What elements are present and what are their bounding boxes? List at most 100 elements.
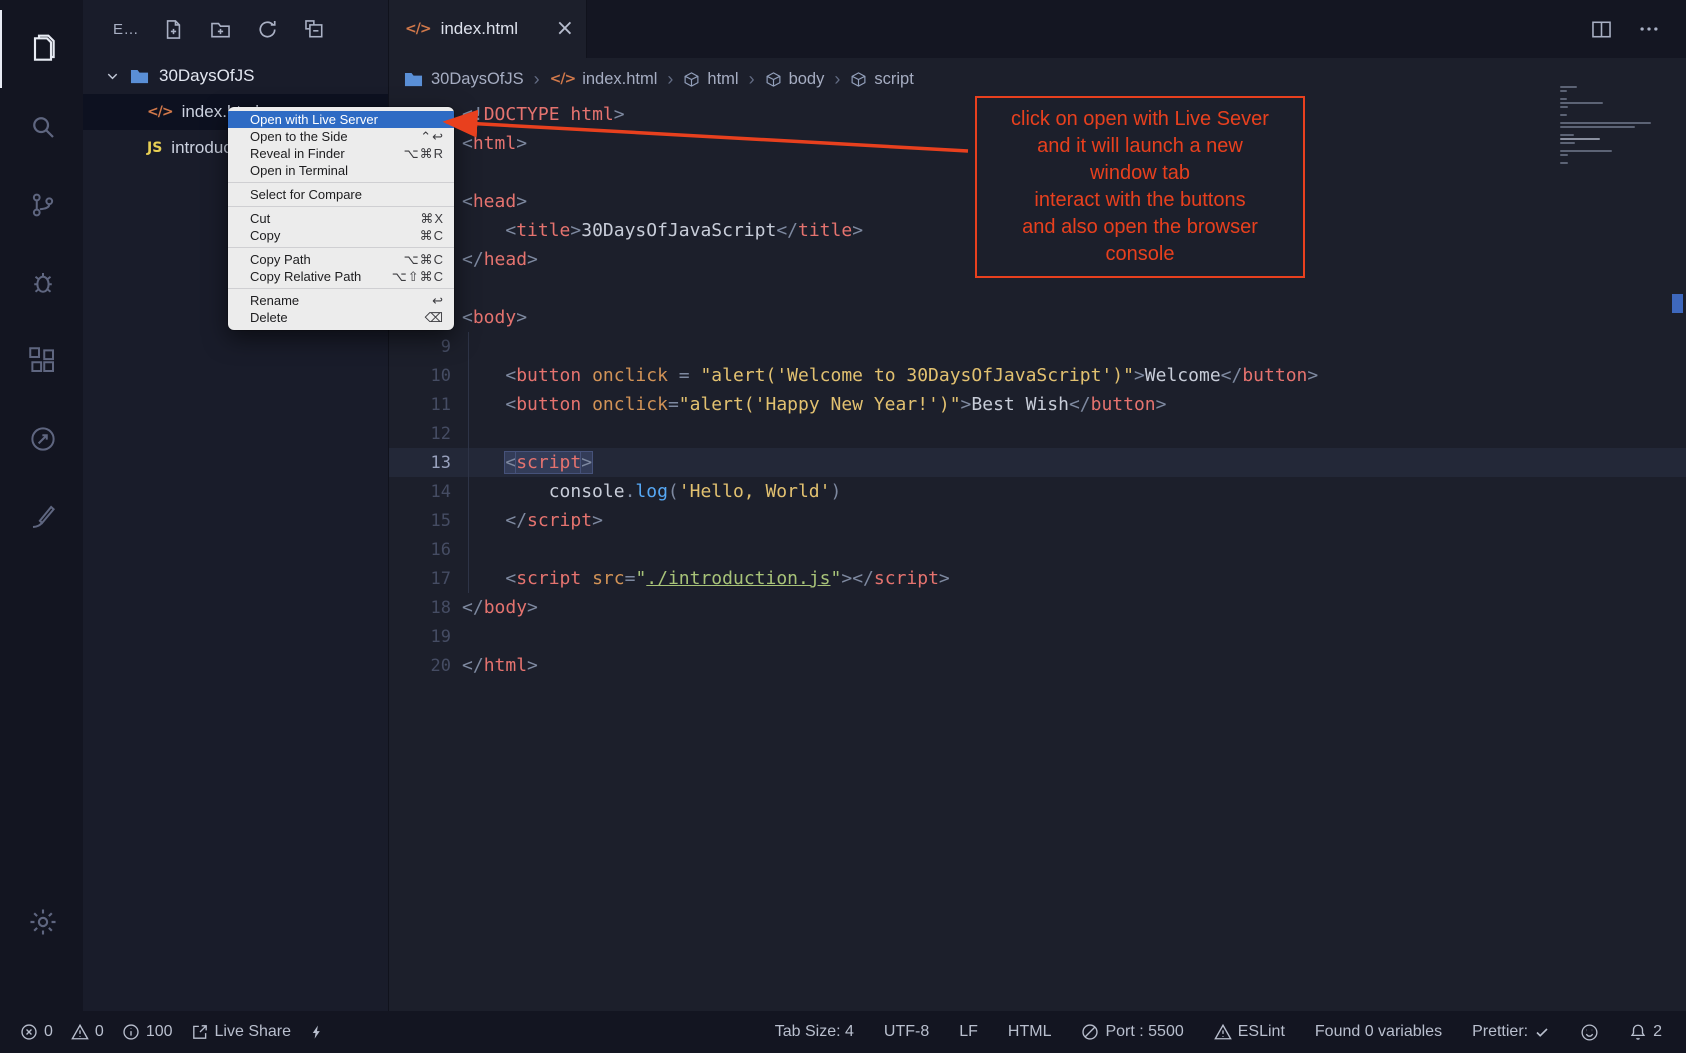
status-text: 100 [146, 1023, 173, 1041]
menu-item-delete[interactable]: Delete⌫ [228, 309, 454, 326]
live-share-button[interactable] [0, 400, 83, 478]
port-status[interactable]: Port : 5500 [1081, 1023, 1183, 1041]
menu-item-copy[interactable]: Copy⌘C [228, 227, 454, 244]
extensions-icon [28, 346, 58, 376]
live-share-status[interactable]: Live Share [191, 1023, 292, 1041]
code-line-20[interactable]: 20</html> [389, 651, 1686, 680]
code-line-18[interactable]: 18</body> [389, 593, 1686, 622]
encoding-status[interactable]: UTF-8 [884, 1023, 929, 1041]
breadcrumb-item-html[interactable]: html [683, 70, 738, 89]
run-debug-button[interactable] [0, 244, 83, 322]
more-actions-button[interactable] [1638, 18, 1660, 40]
warnings-status[interactable]: 0 [71, 1023, 104, 1041]
pen-icon [28, 502, 58, 532]
language-status[interactable]: HTML [1008, 1023, 1052, 1041]
gear-icon [27, 906, 59, 938]
code-line-17[interactable]: 17 <script src="./introduction.js"></scr… [389, 564, 1686, 593]
line-number[interactable]: 16 [389, 540, 451, 560]
menu-item-label: Open with Live Server [250, 112, 444, 127]
code-line-7[interactable]: 7 [389, 274, 1686, 303]
line-number[interactable]: 15 [389, 511, 451, 531]
menu-item-open-with-live-server[interactable]: Open with Live Server [228, 111, 454, 128]
info-status[interactable]: 100 [122, 1023, 173, 1041]
status-text: Port : 5500 [1105, 1023, 1183, 1041]
menu-item-reveal-in-finder[interactable]: Reveal in Finder⌥⌘R [228, 145, 454, 162]
eslint-status[interactable]: ESLint [1214, 1023, 1285, 1041]
line-number[interactable]: 18 [389, 598, 451, 618]
search-button[interactable] [0, 88, 83, 166]
eol-status[interactable]: LF [959, 1023, 978, 1041]
menu-item-open-to-the-side[interactable]: Open to the Side⌃↩ [228, 128, 454, 145]
menu-item-cut[interactable]: Cut⌘X [228, 210, 454, 227]
source-control-button[interactable] [0, 166, 83, 244]
line-number[interactable]: 10 [389, 366, 451, 386]
search-icon [28, 112, 58, 142]
line-number[interactable]: 12 [389, 424, 451, 444]
explorer-button[interactable] [0, 10, 83, 88]
breadcrumb-item-30daysofjs[interactable]: 30DaysOfJS [403, 69, 524, 90]
line-number[interactable]: 11 [389, 395, 451, 415]
minimap[interactable] [1560, 86, 1660, 164]
menu-item-select-for-compare[interactable]: Select for Compare [228, 186, 454, 203]
menu-item-rename[interactable]: Rename↩ [228, 292, 454, 309]
code-line-13[interactable]: 13 <script> [389, 448, 1686, 477]
code-line-10[interactable]: 10 <button onclick = "alert('Welcome to … [389, 361, 1686, 390]
tab-label: index.html [441, 19, 546, 39]
minimap-line [1560, 134, 1574, 136]
line-number[interactable]: 14 [389, 482, 451, 502]
line-content: console.log('Hello, World') [451, 481, 841, 502]
code-line-14[interactable]: 14 console.log('Hello, World') [389, 477, 1686, 506]
code-line-11[interactable]: 11 <button onclick="alert('Happy New Yea… [389, 390, 1686, 419]
breadcrumb-separator: › [534, 69, 540, 90]
code-line-15[interactable]: 15 </script> [389, 506, 1686, 535]
quick-action-status[interactable] [309, 1023, 324, 1041]
bell-icon [1629, 1023, 1647, 1041]
notifications-status[interactable]: 2 [1629, 1023, 1662, 1041]
variables-status[interactable]: Found 0 variables [1315, 1023, 1442, 1041]
annotation-line: and also open the browser [981, 214, 1299, 241]
code-line-9[interactable]: 9 [389, 332, 1686, 361]
breadcrumb-item-index-html[interactable]: </>index.html [550, 70, 658, 89]
breadcrumb-item-script[interactable]: script [850, 70, 913, 89]
line-content: <button onclick = "alert('Welcome to 30D… [451, 365, 1318, 386]
line-number[interactable]: 20 [389, 656, 451, 676]
code-line-16[interactable]: 16 [389, 535, 1686, 564]
breadcrumb-separator: › [667, 69, 673, 90]
line-number[interactable]: 19 [389, 627, 451, 647]
split-editor-button[interactable] [1591, 19, 1612, 40]
line-content: <script src="./introduction.js"></script… [451, 568, 950, 589]
line-number[interactable]: 17 [389, 569, 451, 589]
code-line-19[interactable]: 19 [389, 622, 1686, 651]
menu-item-copy-path[interactable]: Copy Path⌥⌘C [228, 251, 454, 268]
minimap-line [1560, 98, 1567, 100]
minimap-line [1560, 126, 1635, 128]
menu-item-label: Rename [250, 293, 420, 308]
tree-item-folder[interactable]: 30DaysOfJS [83, 58, 388, 94]
refresh-explorer-button[interactable] [257, 19, 278, 40]
new-folder-button[interactable] [210, 19, 231, 40]
status-text: Prettier: [1472, 1023, 1528, 1041]
menu-item-open-in-terminal[interactable]: Open in Terminal [228, 162, 454, 179]
close-icon[interactable]: × [556, 18, 574, 40]
errors-status[interactable]: 0 [20, 1023, 53, 1041]
menu-item-label: Copy [250, 228, 408, 243]
breadcrumb-item-body[interactable]: body [765, 70, 825, 89]
tab-index-html[interactable]: </> index.html × [389, 0, 587, 58]
share-box-icon [191, 1023, 209, 1041]
editor-playground-button[interactable] [0, 478, 83, 556]
status-text: 2 [1653, 1023, 1662, 1041]
settings-button[interactable] [0, 883, 83, 961]
menu-item-copy-relative-path[interactable]: Copy Relative Path⌥⇧⌘C [228, 268, 454, 285]
line-number[interactable]: 13 [389, 453, 451, 473]
extensions-button[interactable] [0, 322, 83, 400]
prettier-status[interactable]: Prettier: [1472, 1023, 1550, 1041]
feedback-status[interactable] [1580, 1023, 1599, 1042]
new-file-button[interactable] [163, 19, 184, 40]
code-line-12[interactable]: 12 [389, 419, 1686, 448]
code-line-8[interactable]: 8<body> [389, 303, 1686, 332]
line-number[interactable]: 9 [389, 337, 451, 357]
tab-size-status[interactable]: Tab Size: 4 [775, 1023, 854, 1041]
symbol-cube-icon [765, 71, 782, 88]
collapse-folders-button[interactable] [304, 19, 325, 40]
breadcrumb-separator: › [834, 69, 840, 90]
